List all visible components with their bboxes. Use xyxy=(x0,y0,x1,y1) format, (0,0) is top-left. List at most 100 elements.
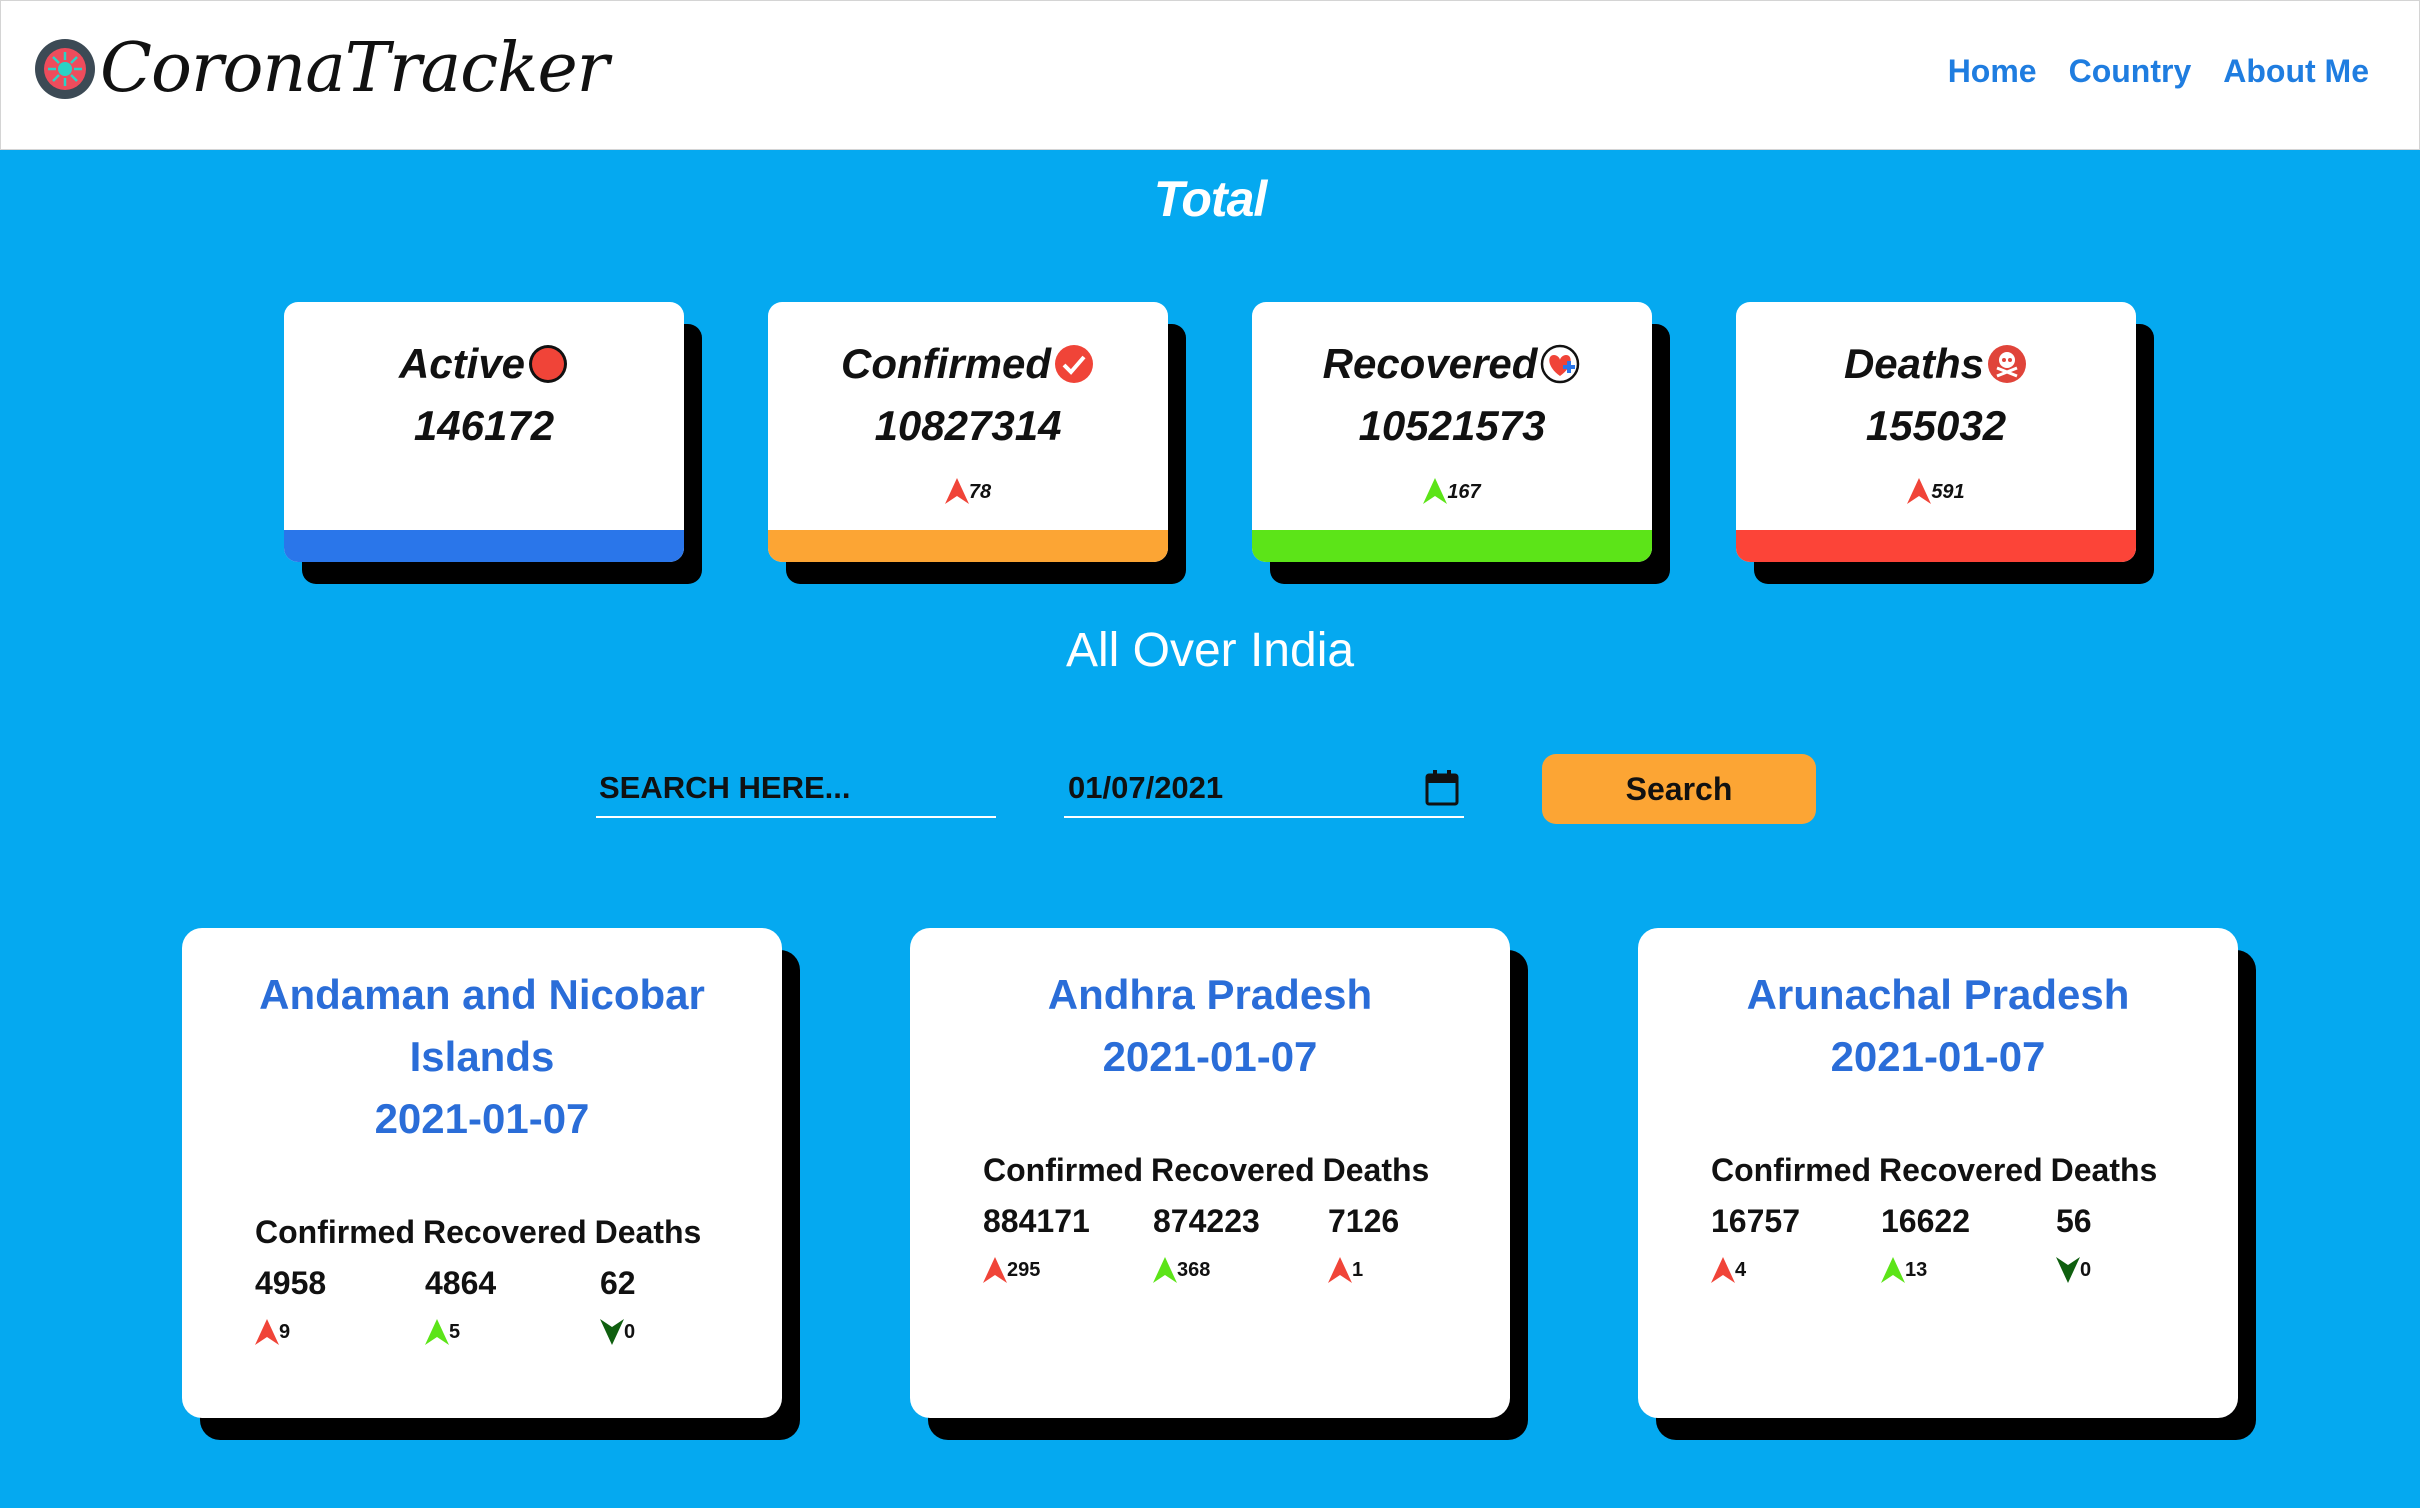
nav-about-link[interactable]: About Me xyxy=(2223,53,2369,90)
stats-deltas: 4 13 0 xyxy=(1711,1257,2191,1297)
confirmed-header: Confirmed xyxy=(983,1152,1143,1188)
deaths-delta: 0 xyxy=(600,1319,635,1345)
confirmed-label: Confirmed xyxy=(841,340,1051,387)
state-name: Arunachal Pradesh xyxy=(1746,971,2130,1018)
state-date: 2021-01-07 xyxy=(374,1095,590,1142)
search-button[interactable]: Search xyxy=(1542,754,1816,824)
recovered-header: Recovered xyxy=(1879,1152,2043,1188)
stats-deltas: 295 368 1 xyxy=(983,1257,1463,1297)
state-card-arunachal: Arunachal Pradesh 2021-01-07 Confirmed R… xyxy=(1638,928,2238,1418)
deaths-value: 155032 xyxy=(1865,402,2007,449)
confirmed-color-bar xyxy=(768,530,1168,562)
down-arrow-icon xyxy=(600,1319,624,1345)
recovered-value: 10521573 xyxy=(1358,402,1546,449)
state-card-andaman: Andaman and Nicobar Islands 2021-01-07 C… xyxy=(182,928,782,1418)
state-stats: Confirmed Recovered Deaths 4958 4864 62 … xyxy=(255,1214,735,1359)
skull-icon xyxy=(1988,345,2027,383)
confirmed-delta-value: 78 xyxy=(968,481,992,503)
state-date: 2021-01-07 xyxy=(1830,1033,2046,1080)
up-arrow-icon xyxy=(425,1319,449,1345)
nav-country-link[interactable]: Country xyxy=(2069,53,2192,90)
recovered-delta: 13 xyxy=(1881,1257,1927,1283)
deaths-delta-value: 591 xyxy=(1931,481,1965,503)
recovered-delta-value: 368 xyxy=(1177,1259,1211,1281)
virus-logo-icon xyxy=(35,38,95,99)
total-heading: Total xyxy=(1153,171,1268,227)
recovered-value: 874223 xyxy=(1153,1203,1260,1239)
confirmed-delta-value: 9 xyxy=(279,1321,291,1343)
down-arrow-icon xyxy=(2056,1257,2080,1283)
confirmed-header: Confirmed xyxy=(1711,1152,1871,1188)
recovered-delta: 5 xyxy=(425,1319,460,1345)
stats-headers: Confirmed Recovered Deaths xyxy=(1711,1152,2191,1189)
state-stats: Confirmed Recovered Deaths 884171 874223… xyxy=(983,1152,1463,1297)
deaths-header: Deaths xyxy=(594,1214,702,1250)
heart-plus-icon xyxy=(1541,344,1580,384)
active-color-bar xyxy=(284,530,684,562)
search-input[interactable] xyxy=(596,760,996,818)
recovered-delta-value: 5 xyxy=(449,1321,461,1343)
recovered-value: 16622 xyxy=(1881,1203,1970,1239)
confirmed-delta-value: 295 xyxy=(1007,1259,1041,1281)
recovered-delta: 167 xyxy=(1252,478,1652,504)
confirmed-delta: 295 xyxy=(983,1257,1040,1283)
state-stats: Confirmed Recovered Deaths 16757 16622 5… xyxy=(1711,1152,2191,1297)
deaths-label: Deaths xyxy=(1843,340,1985,387)
deaths-delta-value: 1 xyxy=(1352,1259,1364,1281)
recovered-card-label: Recovered xyxy=(1252,340,1652,388)
confirmed-value: 4958 xyxy=(255,1265,327,1301)
recovered-value: 4864 xyxy=(425,1265,497,1301)
recovered-delta: 368 xyxy=(1153,1257,1210,1283)
recovered-header: Recovered xyxy=(423,1214,587,1250)
deaths-card: Deaths 155032 591 xyxy=(1736,302,2136,562)
active-value: 146172 xyxy=(413,402,555,449)
up-arrow-icon xyxy=(1153,1257,1177,1283)
confirmed-value: 16757 xyxy=(1711,1203,1800,1239)
state-name: Andaman and Nicobar Islands xyxy=(259,971,705,1080)
deaths-header: Deaths xyxy=(1322,1152,1430,1188)
brand[interactable]: CoronaTracker xyxy=(34,29,609,108)
confirmed-delta: 78 xyxy=(768,478,1168,504)
deaths-header: Deaths xyxy=(2050,1152,2158,1188)
up-arrow-icon xyxy=(1907,478,1932,504)
state-card-andhra: Andhra Pradesh 2021-01-07 Confirmed Reco… xyxy=(910,928,1510,1418)
state-name: Andhra Pradesh xyxy=(1047,971,1373,1018)
stats-values: 884171 874223 7126 xyxy=(983,1203,1463,1253)
deaths-delta: 0 xyxy=(2056,1257,2091,1283)
confirmed-value: 884171 xyxy=(983,1203,1090,1239)
deaths-delta-value: 0 xyxy=(2080,1259,2092,1281)
red-dot-icon xyxy=(529,345,568,383)
confirmed-value: 10827314 xyxy=(874,402,1062,449)
all-over-india-heading: All Over India xyxy=(1065,624,1355,677)
date-value: 01/07/2021 xyxy=(1068,770,1224,805)
deaths-value: 62 xyxy=(600,1265,636,1301)
up-arrow-icon xyxy=(944,478,969,504)
stats-values: 4958 4864 62 xyxy=(255,1265,735,1315)
calendar-icon[interactable] xyxy=(1424,769,1460,807)
recovered-header: Recovered xyxy=(1151,1152,1315,1188)
stats-values: 16757 16622 56 xyxy=(1711,1203,2191,1253)
confirmed-delta: 9 xyxy=(255,1319,290,1345)
recovered-label: Recovered xyxy=(1322,340,1538,387)
deaths-card-label: Deaths xyxy=(1736,340,2136,388)
recovered-delta-value: 13 xyxy=(1905,1259,1928,1281)
confirmed-card-label: Confirmed xyxy=(768,340,1168,388)
check-circle-icon xyxy=(1055,345,1093,383)
up-arrow-icon xyxy=(1711,1257,1735,1283)
date-input[interactable]: 01/07/2021 xyxy=(1064,760,1464,818)
up-arrow-icon xyxy=(1423,478,1448,504)
brand-name: CoronaTracker xyxy=(100,29,609,108)
confirmed-delta-value: 4 xyxy=(1735,1259,1747,1281)
active-label: Active xyxy=(398,340,526,387)
navbar: CoronaTracker Home Country About Me xyxy=(0,0,2420,150)
confirmed-card: Confirmed 10827314 78 xyxy=(768,302,1168,562)
deaths-delta-value: 0 xyxy=(624,1321,636,1343)
active-card: Active 146172 xyxy=(284,302,684,562)
up-arrow-icon xyxy=(1328,1257,1352,1283)
stats-headers: Confirmed Recovered Deaths xyxy=(255,1214,735,1251)
stats-deltas: 9 5 0 xyxy=(255,1319,735,1359)
recovered-card: Recovered 10521573 167 xyxy=(1252,302,1652,562)
nav-home-link[interactable]: Home xyxy=(1948,53,2037,90)
confirmed-delta: 4 xyxy=(1711,1257,1746,1283)
up-arrow-icon xyxy=(983,1257,1007,1283)
